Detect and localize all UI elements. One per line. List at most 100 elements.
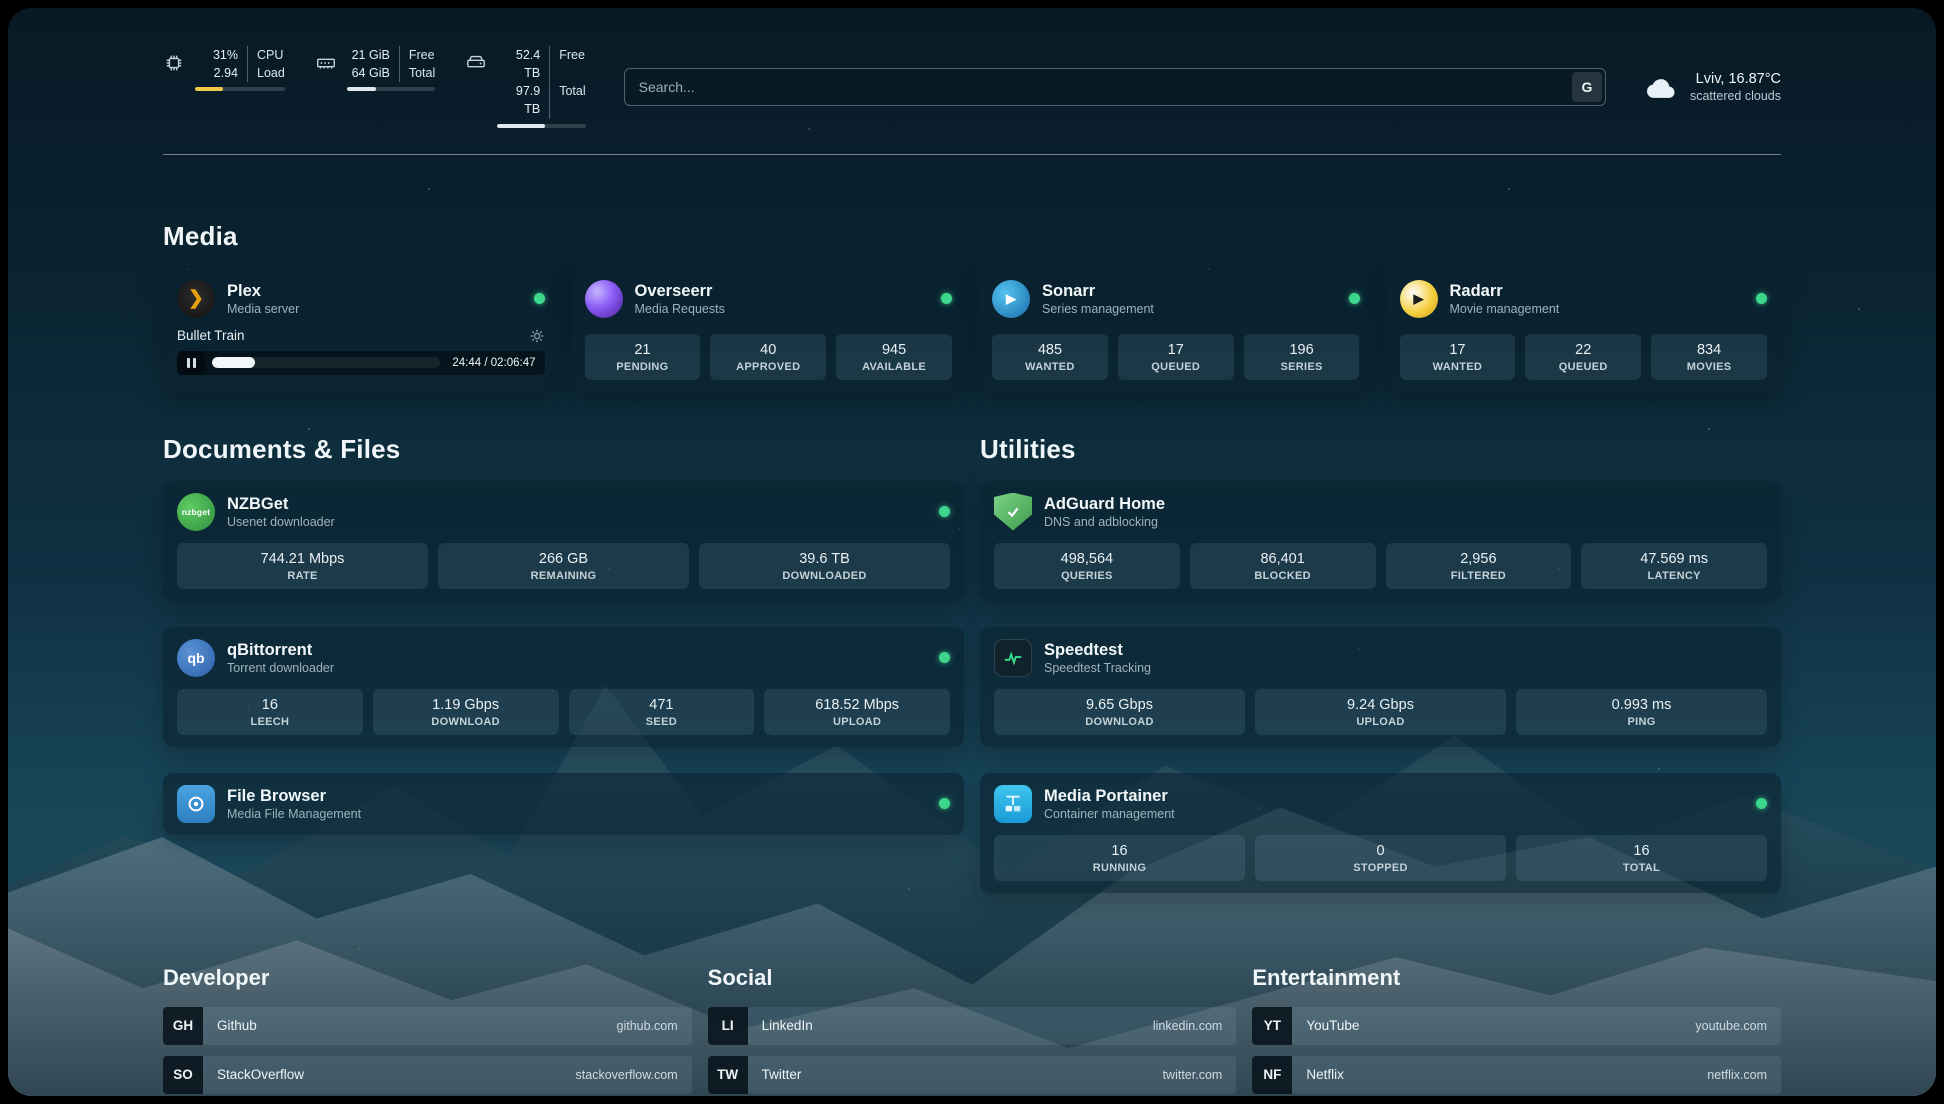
entertainment-title: Entertainment (1252, 965, 1781, 991)
app-card-nzbget[interactable]: nzbget NZBGet Usenet downloader 744.21 M… (163, 481, 964, 601)
app-card-adguard[interactable]: AdGuard Home DNS and adblocking 498,564 … (980, 481, 1781, 601)
bookmark-name: Twitter (762, 1067, 802, 1082)
app-name: Media Portainer (1044, 786, 1175, 807)
section-utilities: Utilities AdGuard Home DNS and adblockin… (980, 434, 1781, 893)
stat-approved: 40 APPROVED (710, 334, 826, 380)
top-bar: 31%CPU 2.94Load 21 GiBFree 64 GiBTotal (163, 46, 1781, 128)
app-subtitle: Torrent downloader (227, 661, 334, 675)
app-name: Radarr (1450, 281, 1560, 302)
search-engine-button[interactable]: G (1572, 72, 1602, 102)
ram-free-label: Free (399, 46, 435, 64)
memory-stat: 21 GiBFree 64 GiBTotal (315, 46, 435, 91)
section-documents: Documents & Files nzbget NZBGet Usenet d… (163, 434, 964, 835)
app-subtitle: DNS and adblocking (1044, 515, 1165, 529)
settings-gear-icon[interactable] (529, 328, 545, 344)
ram-total-label: Total (399, 64, 435, 82)
app-name: NZBGet (227, 494, 335, 515)
stat-queued: 22 QUEUED (1525, 334, 1641, 380)
bookmark-group-entertainment: Entertainment YT YouTube youtube.com NF … (1252, 965, 1781, 1097)
stat-seed: 471 SEED (569, 689, 755, 735)
bookmark-stackoverflow[interactable]: SO StackOverflow stackoverflow.com (163, 1056, 692, 1094)
app-card-plex[interactable]: ❯ Plex Media server Bullet Train (163, 268, 559, 392)
stat-latency: 47.569 ms LATENCY (1581, 543, 1767, 589)
app-subtitle: Media File Management (227, 807, 361, 821)
bookmark-group-developer: Developer GH Github github.com SO StackO… (163, 965, 692, 1097)
app-subtitle: Media server (227, 302, 299, 316)
ram-free-value: 21 GiB (347, 46, 399, 64)
app-name: Speedtest (1044, 640, 1151, 661)
netflix-icon: NF (1252, 1056, 1292, 1094)
status-dot (1349, 293, 1360, 304)
radarr-icon: ▶ (1400, 280, 1438, 318)
disk-free-value: 52.4 TB (497, 46, 549, 82)
status-dot (941, 293, 952, 304)
weather-condition: scattered clouds (1690, 89, 1781, 103)
search-input[interactable] (624, 68, 1606, 106)
stat-upload: 9.24 Gbps UPLOAD (1255, 689, 1506, 735)
app-name: File Browser (227, 786, 361, 807)
disk-icon (465, 52, 487, 74)
cpu-load-value: 2.94 (195, 64, 247, 82)
app-card-radarr[interactable]: ▶ Radarr Movie management 17 WANTED (1386, 268, 1782, 392)
qbittorrent-icon: qb (177, 639, 215, 677)
weather-widget[interactable]: Lviv, 16.87°C scattered clouds (1644, 71, 1781, 103)
pause-button[interactable] (177, 351, 205, 375)
search-bar: G (624, 68, 1606, 106)
stat-movies: 834 MOVIES (1651, 334, 1767, 380)
status-dot (534, 293, 545, 304)
nzbget-icon: nzbget (177, 493, 215, 531)
cpu-usage-label: CPU (247, 46, 283, 64)
stackoverflow-icon: SO (163, 1056, 203, 1094)
bookmark-twitter[interactable]: TW Twitter twitter.com (708, 1056, 1237, 1094)
stat-wanted: 17 WANTED (1400, 334, 1516, 380)
playback-progress-track[interactable] (212, 357, 440, 368)
stat-leech: 16 LEECH (177, 689, 363, 735)
bookmark-group-social: Social LI LinkedIn linkedin.com TW Twitt… (708, 965, 1237, 1097)
dashboard-screen: 31%CPU 2.94Load 21 GiBFree 64 GiBTotal (8, 8, 1936, 1096)
stat-filtered: 2,956 FILTERED (1386, 543, 1572, 589)
app-card-qbittorrent[interactable]: qb qBittorrent Torrent downloader 16 LEE… (163, 627, 964, 747)
stat-available: 945 AVAILABLE (836, 334, 952, 380)
app-name: Plex (227, 281, 299, 302)
app-card-filebrowser[interactable]: File Browser Media File Management (163, 773, 964, 835)
app-card-sonarr[interactable]: ▶ Sonarr Series management 485 WANTED (978, 268, 1374, 392)
disk-progress-bar (497, 124, 585, 128)
stat-stopped: 0 STOPPED (1255, 835, 1506, 881)
header-divider (163, 154, 1781, 155)
bookmark-name: LinkedIn (762, 1018, 813, 1033)
storage-stat: 52.4 TBFree 97.9 TBTotal (465, 46, 585, 128)
bookmark-name: YouTube (1306, 1018, 1359, 1033)
stat-queued: 17 QUEUED (1118, 334, 1234, 380)
playback-time: 24:44 / 02:06:47 (452, 357, 535, 369)
app-card-overseerr[interactable]: Overseerr Media Requests 21 PENDING 40 A… (571, 268, 967, 392)
bookmark-github[interactable]: GH Github github.com (163, 1007, 692, 1045)
app-subtitle: Container management (1044, 807, 1175, 821)
bookmark-url: twitter.com (1163, 1068, 1237, 1082)
app-subtitle: Movie management (1450, 302, 1560, 316)
twitter-icon: TW (708, 1056, 748, 1094)
status-dot (1756, 798, 1767, 809)
app-card-portainer[interactable]: Media Portainer Container management 16 … (980, 773, 1781, 893)
disk-total-label: Total (549, 82, 585, 118)
playback-bar[interactable]: 24:44 / 02:06:47 (177, 351, 545, 375)
bookmark-linkedin[interactable]: LI LinkedIn linkedin.com (708, 1007, 1237, 1045)
portainer-icon (994, 785, 1032, 823)
bookmark-url: netflix.com (1707, 1068, 1781, 1082)
stat-ping: 0.993 ms PING (1516, 689, 1767, 735)
ram-total-value: 64 GiB (347, 64, 399, 82)
app-card-speedtest[interactable]: Speedtest Speedtest Tracking 9.65 Gbps D… (980, 627, 1781, 747)
app-name: Sonarr (1042, 281, 1154, 302)
plex-icon: ❯ (177, 280, 215, 318)
stat-series: 196 SERIES (1244, 334, 1360, 380)
bookmark-url: stackoverflow.com (576, 1068, 692, 1082)
cpu-load-label: Load (247, 64, 285, 82)
section-media: Media ❯ Plex Media server Bullet Tr (163, 221, 1781, 392)
stat-download: 9.65 Gbps DOWNLOAD (994, 689, 1245, 735)
system-stats: 31%CPU 2.94Load 21 GiBFree 64 GiBTotal (163, 46, 586, 128)
stat-total: 16 TOTAL (1516, 835, 1767, 881)
cpu-usage-value: 31% (195, 46, 247, 64)
bookmark-youtube[interactable]: YT YouTube youtube.com (1252, 1007, 1781, 1045)
bookmark-url: youtube.com (1695, 1019, 1781, 1033)
bookmark-netflix[interactable]: NF Netflix netflix.com (1252, 1056, 1781, 1094)
stat-downloaded: 39.6 TB DOWNLOADED (699, 543, 950, 589)
